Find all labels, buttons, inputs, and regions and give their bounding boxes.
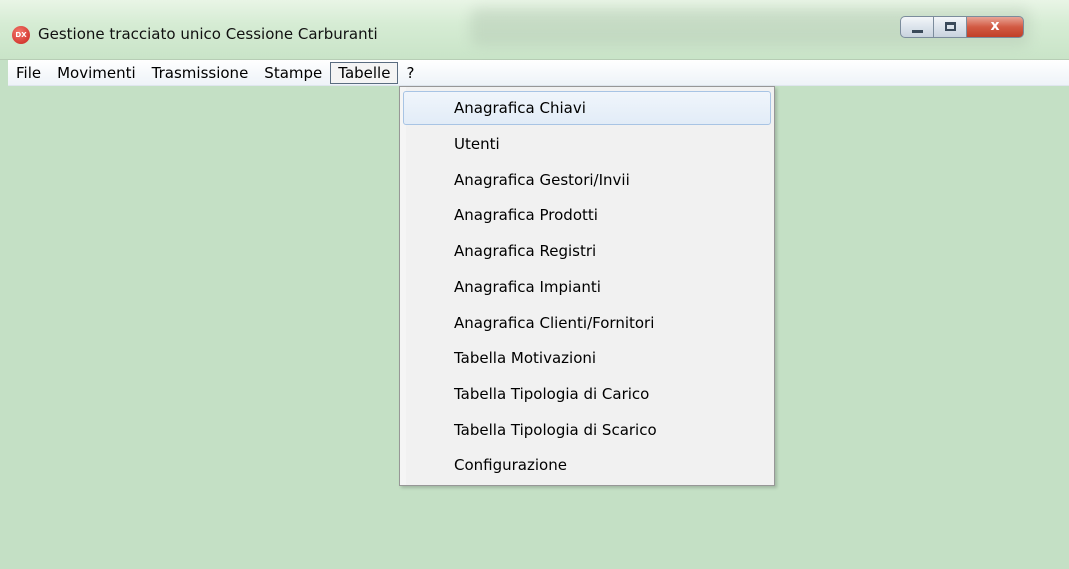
title-bar[interactable]: DX Gestione tracciato unico Cessione Car…	[0, 0, 1069, 60]
minimize-icon	[912, 30, 923, 33]
menu-item-tabella-tipologia-scarico[interactable]: Tabella Tipologia di Scarico	[403, 413, 771, 447]
app-icon[interactable]: DX	[12, 26, 30, 44]
menu-file[interactable]: File	[8, 62, 49, 84]
close-icon: x	[990, 18, 1000, 34]
menu-item-tabella-motivazioni[interactable]: Tabella Motivazioni	[403, 341, 771, 375]
menu-item-anagrafica-registri[interactable]: Anagrafica Registri	[403, 234, 771, 268]
maximize-button[interactable]	[933, 16, 966, 38]
menu-item-utenti[interactable]: Utenti	[403, 127, 771, 161]
menu-item-anagrafica-impianti[interactable]: Anagrafica Impianti	[403, 270, 771, 304]
menu-item-configurazione[interactable]: Configurazione	[403, 448, 771, 482]
menu-tabelle[interactable]: Tabelle	[330, 61, 399, 84]
close-button[interactable]: x	[966, 16, 1024, 38]
menu-trasmissione[interactable]: Trasmissione	[144, 62, 257, 84]
menu-item-anagrafica-gestori-invii[interactable]: Anagrafica Gestori/Invii	[403, 163, 771, 197]
menu-help[interactable]: ?	[398, 62, 422, 84]
app-window: DX Gestione tracciato unico Cessione Car…	[0, 0, 1069, 569]
menu-item-anagrafica-clienti-fornitori[interactable]: Anagrafica Clienti/Fornitori	[403, 306, 771, 340]
menu-item-anagrafica-prodotti[interactable]: Anagrafica Prodotti	[403, 198, 771, 232]
menu-stampe[interactable]: Stampe	[256, 62, 330, 84]
window-title: Gestione tracciato unico Cessione Carbur…	[38, 25, 378, 43]
minimize-button[interactable]	[900, 16, 933, 38]
maximize-icon	[945, 22, 956, 31]
menu-item-tabella-tipologia-carico[interactable]: Tabella Tipologia di Carico	[403, 377, 771, 411]
menu-item-anagrafica-chiavi[interactable]: Anagrafica Chiavi	[403, 91, 771, 125]
window-controls: x	[900, 16, 1024, 38]
menu-bar: File Movimenti Trasmissione Stampe Tabel…	[8, 60, 1069, 86]
tabelle-dropdown-menu: Anagrafica Chiavi Utenti Anagrafica Gest…	[399, 86, 775, 486]
menu-movimenti[interactable]: Movimenti	[49, 62, 144, 84]
